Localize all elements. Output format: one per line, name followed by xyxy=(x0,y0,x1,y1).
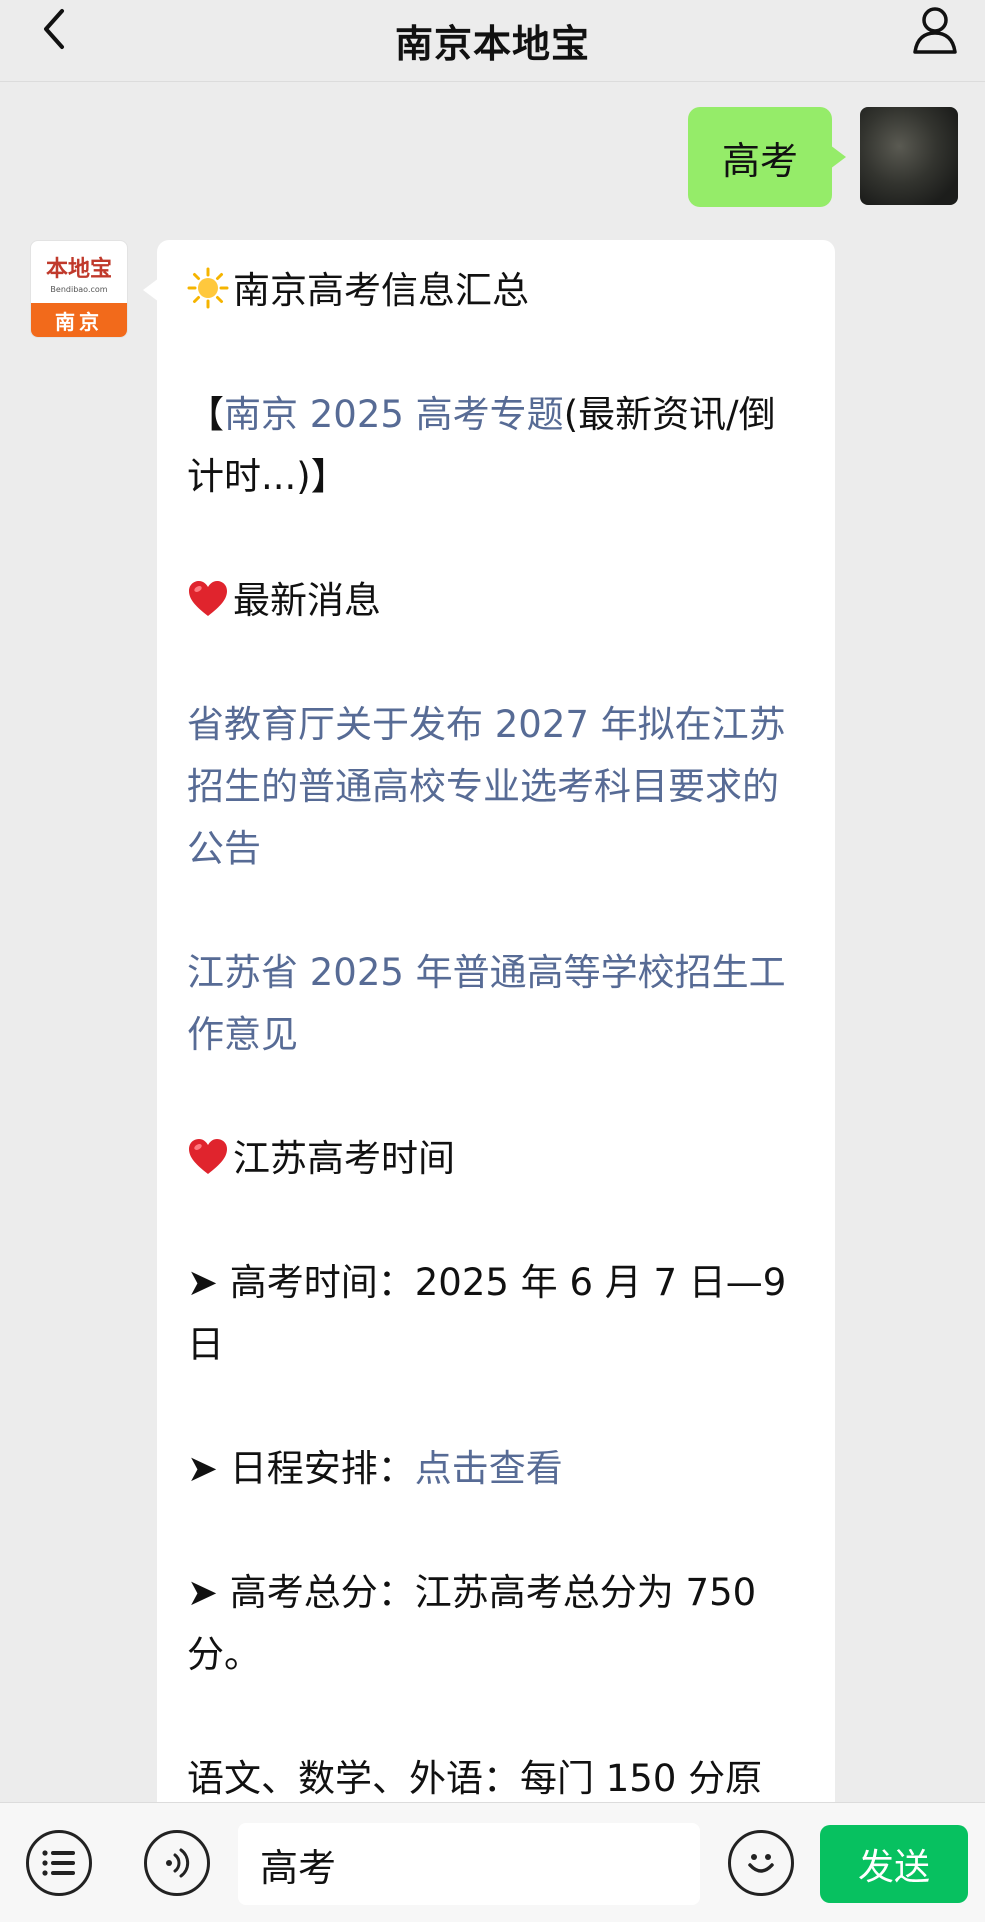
chat-input-bar: 发送 xyxy=(0,1802,985,1922)
subjects-line: 语文、数学、外语：每门 150 分原 xyxy=(187,1757,763,1800)
user-message-bubble[interactable]: 高考 xyxy=(688,107,846,207)
heart-icon xyxy=(189,581,227,616)
total-score-line: ➤ 高考总分：江苏高考总分为 750 分。 xyxy=(187,1571,757,1676)
heart-icon xyxy=(189,1139,227,1174)
profile-button[interactable] xyxy=(905,2,965,58)
user-icon xyxy=(913,7,957,54)
topic-prefix: 【 xyxy=(187,393,224,436)
news-link-2[interactable]: 江苏省 2025 年普通高等学校招生工作意见 xyxy=(187,942,805,1066)
exam-time-line: ➤ 高考时间：2025 年 6 月 7 日—9 日 xyxy=(187,1261,787,1366)
chat-header: 南京本地宝 xyxy=(0,0,985,82)
send-button[interactable]: 发送 xyxy=(820,1825,968,1903)
user-avatar[interactable] xyxy=(860,107,958,205)
news-link-1[interactable]: 省教育厅关于发布 2027 年拟在江苏招生的普通高校专业选考科目要求的公告 xyxy=(187,694,805,880)
menu-button[interactable] xyxy=(26,1830,92,1896)
topic-line: 【南京 2025 高考专题(最新资讯/倒计时...)】 xyxy=(187,384,805,508)
voice-icon xyxy=(166,1848,190,1878)
bot-message-bubble: 南京高考信息汇总 【南京 2025 高考专题(最新资讯/倒计时...)】 最新消… xyxy=(143,240,835,1922)
schedule-line: ➤ 日程安排：点击查看 xyxy=(187,1438,805,1500)
sun-icon xyxy=(187,267,229,309)
bendibao-logo: 本地宝 Bendibao.com xyxy=(31,241,127,303)
user-message-text: 高考 xyxy=(721,138,798,183)
list-menu-icon xyxy=(42,1850,75,1876)
emoji-button[interactable] xyxy=(728,1830,794,1896)
latest-news-heading-text: 最新消息 xyxy=(233,579,381,622)
schedule-link[interactable]: 点击查看 xyxy=(415,1447,563,1490)
logo-subtext: Bendibao.com xyxy=(50,284,108,294)
topic-link[interactable]: 南京 2025 高考专题 xyxy=(224,393,564,436)
exam-time-heading: 江苏高考时间 xyxy=(187,1128,805,1190)
chevron-left-icon xyxy=(44,9,64,49)
message-input[interactable] xyxy=(238,1823,700,1905)
heading-text: 南京高考信息汇总 xyxy=(233,269,529,312)
message-heading: 南京高考信息汇总 xyxy=(187,260,805,322)
latest-news-heading: 最新消息 xyxy=(187,570,805,632)
voice-button[interactable] xyxy=(144,1830,210,1896)
schedule-label: ➤ 日程安排： xyxy=(187,1447,415,1490)
back-button[interactable] xyxy=(30,4,80,54)
logo-city-label: 南京 xyxy=(31,303,127,337)
bot-avatar[interactable]: 本地宝 Bendibao.com 南京 xyxy=(30,240,128,338)
chat-title: 南京本地宝 xyxy=(394,22,590,66)
smiley-icon xyxy=(748,1854,774,1873)
logo-text: 本地宝 xyxy=(45,255,112,282)
exam-time-heading-text: 江苏高考时间 xyxy=(233,1137,455,1180)
